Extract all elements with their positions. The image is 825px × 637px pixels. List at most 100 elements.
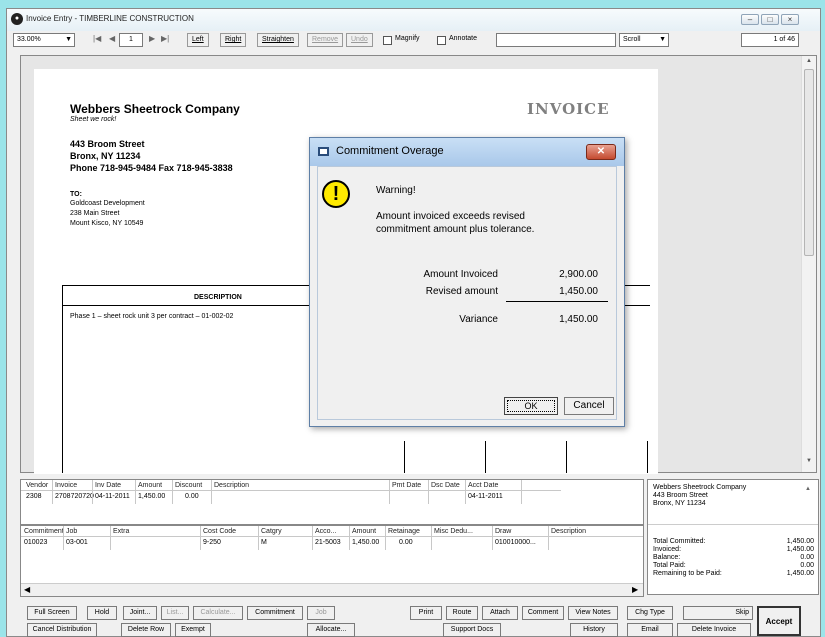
scrollbar-thumb[interactable] — [804, 69, 814, 256]
list-button[interactable]: List... — [161, 606, 189, 620]
dialog-close-icon[interactable]: ✕ — [586, 144, 616, 160]
table-cell[interactable]: 1,450.00 — [352, 539, 379, 546]
scroll-mode-select[interactable]: Scroll ▼ — [619, 33, 669, 47]
warning-message-line-2: commitment amount plus tolerance. — [376, 224, 535, 235]
column-divider — [172, 480, 173, 504]
company-tagline: Sheet we rock! — [70, 116, 117, 123]
print-button[interactable]: Print — [410, 606, 442, 620]
distribution-grid[interactable]: Commitment Job Extra Cost Code Catgry Ac… — [20, 525, 644, 597]
column-header: Retainage — [388, 528, 420, 535]
last-page-icon[interactable]: ▶| — [161, 34, 169, 43]
ok-button[interactable]: OK — [504, 397, 558, 415]
column-header: Inv Date — [95, 482, 122, 489]
delete-invoice-button[interactable]: Delete Invoice — [677, 623, 751, 637]
column-divider — [200, 526, 201, 550]
warning-icon: ! — [322, 180, 350, 208]
rotate-right-button[interactable]: Right — [220, 33, 247, 47]
table-cell[interactable]: 04-11-2011 — [468, 493, 503, 500]
chg-type-button[interactable]: Chg Type — [627, 606, 673, 620]
annotate-label: Annotate — [449, 35, 478, 42]
history-button[interactable]: History — [570, 623, 618, 637]
table-cell[interactable]: 0.00 — [185, 493, 199, 500]
dialog-body: ! Warning! Amount invoiced exceeds revis… — [317, 166, 617, 420]
rotate-left-button[interactable]: Left — [187, 33, 209, 47]
column-header: Commitment — [24, 528, 64, 535]
maximize-button[interactable]: □ — [761, 14, 779, 25]
column-header: Acct Date — [468, 482, 499, 489]
calculate-button[interactable]: Calculate... — [193, 606, 243, 620]
annotate-checkbox[interactable] — [437, 36, 446, 45]
table-cell[interactable]: 1,450.00 — [138, 493, 165, 500]
straighten-button[interactable]: Straighten — [257, 33, 299, 47]
table-cell[interactable]: 2308 — [26, 493, 42, 500]
table-cell[interactable]: 2708720720 — [55, 493, 94, 500]
column-header: Extra — [113, 528, 130, 535]
joint-button[interactable]: Joint... — [123, 606, 157, 620]
scroll-up-icon[interactable]: ▲ — [806, 58, 812, 64]
allocate-button[interactable]: Allocate... — [307, 623, 355, 637]
column-header: Misc Dedu... — [434, 528, 473, 535]
cancel-distribution-button[interactable]: Cancel Distribution — [27, 623, 97, 637]
chevron-down-icon: ▼ — [659, 36, 666, 43]
warning-heading: Warning! — [376, 185, 416, 196]
total-value: 0.00 — [800, 554, 814, 561]
next-page-icon[interactable]: ▶ — [149, 34, 155, 43]
scroll-right-icon[interactable]: ▶ — [632, 585, 638, 594]
view-notes-button[interactable]: View Notes — [568, 606, 618, 620]
column-divider — [312, 526, 313, 550]
prev-page-icon[interactable]: ◀ — [109, 34, 115, 43]
route-button[interactable]: Route — [446, 606, 478, 620]
column-divider — [52, 480, 53, 504]
column-header: Pmt Date — [392, 482, 422, 489]
comment-button[interactable]: Comment — [522, 606, 564, 620]
annotation-text-input[interactable] — [496, 33, 616, 47]
table-cell[interactable]: 010010000... — [495, 539, 536, 546]
table-column-rule — [485, 441, 486, 473]
total-label: Invoiced: — [653, 546, 682, 553]
page-number-input[interactable]: 1 — [119, 33, 143, 47]
zoom-select[interactable]: 33.00% ▼ — [13, 33, 75, 47]
scroll-down-icon[interactable]: ▼ — [806, 458, 812, 464]
table-cell[interactable]: 21-5003 — [315, 539, 341, 546]
attach-button[interactable]: Attach — [482, 606, 518, 620]
cancel-button[interactable]: Cancel — [564, 397, 614, 415]
close-button[interactable]: × — [781, 14, 799, 25]
total-label: Total Committed: — [653, 538, 706, 545]
scroll-left-icon[interactable]: ◀ — [24, 585, 30, 594]
amount-invoiced-value: 2,900.00 — [559, 269, 598, 280]
window-app-icon — [318, 147, 329, 156]
job-button[interactable]: Job — [307, 606, 335, 620]
table-cell[interactable]: 010023 — [24, 539, 47, 546]
to-line-3: Mount Kisco, NY 10549 — [70, 220, 144, 227]
exempt-button[interactable]: Exempt — [175, 623, 211, 637]
remove-button[interactable]: Remove — [307, 33, 344, 47]
variance-label: Variance — [459, 314, 498, 325]
grid-horizontal-scrollbar[interactable]: ◀ ▶ — [21, 583, 643, 596]
full-screen-button[interactable]: Full Screen — [27, 606, 77, 620]
viewer-vertical-scrollbar[interactable]: ▲ ▼ — [801, 56, 816, 472]
column-divider — [92, 480, 93, 504]
invoice-header-grid[interactable]: Vendor Invoice Inv Date Amount Discount … — [20, 479, 644, 525]
table-cell[interactable]: 04-11-2011 — [95, 493, 130, 500]
table-cell[interactable]: 0.00 — [399, 539, 413, 546]
column-header: Cost Code — [203, 528, 237, 535]
commitment-button[interactable]: Commitment — [247, 606, 303, 620]
delete-row-button[interactable]: Delete Row — [121, 623, 171, 637]
accept-button[interactable]: Accept — [757, 606, 801, 636]
first-page-icon[interactable]: |◀ — [93, 34, 101, 43]
email-button[interactable]: Email — [627, 623, 673, 637]
hold-button[interactable]: Hold — [87, 606, 117, 620]
vendor-totals-panel: Webbers Sheetrock Company 443 Broom Stre… — [647, 479, 819, 595]
to-line-1: Goldcoast Development — [70, 200, 145, 207]
table-cell[interactable]: 03-001 — [66, 539, 88, 546]
skip-button[interactable]: Skip — [683, 606, 753, 620]
magnify-checkbox[interactable] — [383, 36, 392, 45]
scroll-up-icon[interactable]: ▲ — [805, 486, 811, 492]
undo-button[interactable]: Undo — [346, 33, 373, 47]
column-header: Catgry — [261, 528, 282, 535]
table-cell[interactable]: M — [261, 539, 267, 546]
support-docs-button[interactable]: Support Docs — [443, 623, 501, 637]
table-column-rule — [647, 441, 648, 473]
table-cell[interactable]: 9-250 — [203, 539, 221, 546]
minimize-button[interactable]: – — [741, 14, 759, 25]
